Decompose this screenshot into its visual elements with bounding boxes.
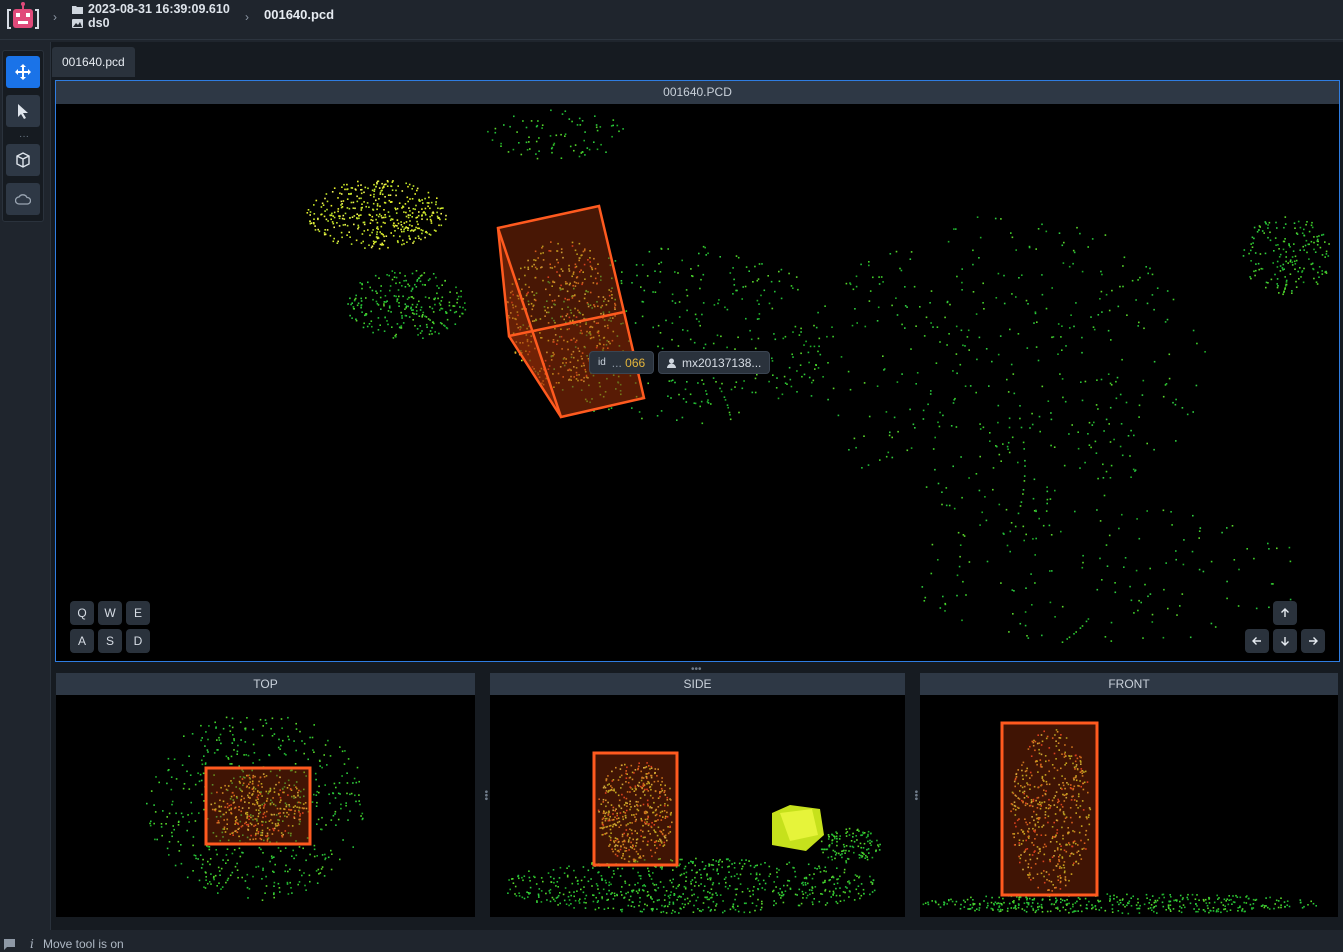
top-view-scene[interactable] xyxy=(56,695,475,917)
front-view-scene[interactable] xyxy=(920,695,1338,917)
cuboid-tool-button[interactable] xyxy=(6,144,40,176)
side-cuboid-box[interactable] xyxy=(592,751,679,867)
top-view-title: TOP xyxy=(56,673,475,695)
move-tool-button[interactable] xyxy=(6,56,40,88)
info-icon: i xyxy=(30,937,34,951)
id-ellipsis: ... xyxy=(611,355,622,370)
arrow-right-button[interactable] xyxy=(1301,629,1325,653)
key-w[interactable]: W xyxy=(98,601,122,625)
breadcrumb-date[interactable]: 2023-08-31 16:39:09.610 xyxy=(88,2,230,16)
front-view-panel[interactable]: FRONT xyxy=(920,673,1338,917)
user-icon xyxy=(667,358,676,368)
status-bar: i Move tool is on xyxy=(0,936,1343,952)
arrow-down-button[interactable] xyxy=(1273,629,1297,653)
arrow-down-icon xyxy=(1281,637,1289,646)
id-tag: id xyxy=(598,357,606,368)
select-tool-button[interactable] xyxy=(6,95,40,127)
pointcloud-tool-button[interactable] xyxy=(6,183,40,215)
chat-icon[interactable] xyxy=(4,939,15,950)
arrow-up-icon xyxy=(1281,608,1289,617)
folder-icon xyxy=(72,5,83,14)
robot-logo-icon[interactable] xyxy=(6,2,40,34)
arrow-left-button[interactable] xyxy=(1245,629,1269,653)
key-s[interactable]: S xyxy=(98,629,122,653)
cursor-icon xyxy=(18,104,28,119)
main-3d-viewport[interactable]: 001640.PCD id ... 066 mx20137138... Q W … xyxy=(55,80,1340,662)
key-d[interactable]: D xyxy=(126,629,150,653)
cube-icon xyxy=(16,152,30,168)
side-view-panel[interactable]: SIDE xyxy=(490,673,905,917)
user-name: mx20137138... xyxy=(682,355,762,370)
top-cuboid-box[interactable] xyxy=(204,766,312,846)
label-user-chip[interactable]: mx20137138... xyxy=(658,351,771,374)
side-view-scene[interactable] xyxy=(490,695,905,917)
side-view-title: SIDE xyxy=(490,673,905,695)
status-text: Move tool is on xyxy=(43,937,124,951)
image-icon xyxy=(72,18,83,28)
pointcloud-scene[interactable] xyxy=(56,104,1339,661)
breadcrumb-file: 001640.pcd xyxy=(264,7,335,22)
app-header: › 2023-08-31 16:39:09.610 ds0 › 001640.p… xyxy=(0,0,1343,40)
arrow-right-icon xyxy=(1309,637,1318,645)
viewport-title: 001640.PCD xyxy=(56,81,1339,104)
id-value: 066 xyxy=(625,355,646,370)
cuboid-annotation[interactable] xyxy=(496,204,646,419)
breadcrumb[interactable]: 2023-08-31 16:39:09.610 ds0 xyxy=(72,2,230,30)
top-view-panel[interactable]: TOP xyxy=(56,673,475,917)
key-q[interactable]: Q xyxy=(70,601,94,625)
tab-file[interactable]: 001640.pcd xyxy=(52,47,135,77)
arrow-up-button[interactable] xyxy=(1273,601,1297,625)
front-view-title: FRONT xyxy=(920,673,1338,695)
breadcrumb-dataset[interactable]: ds0 xyxy=(88,16,110,30)
front-cuboid-box[interactable] xyxy=(1000,721,1099,897)
cloud-icon xyxy=(15,194,31,205)
move-icon xyxy=(15,64,31,80)
toolbar-divider: ··· xyxy=(19,131,29,142)
tool-palette: ··· xyxy=(2,50,44,222)
breadcrumb-separator-icon: › xyxy=(53,10,57,24)
key-e[interactable]: E xyxy=(126,601,150,625)
key-a[interactable]: A xyxy=(70,629,94,653)
label-id-chip[interactable]: id ... 066 xyxy=(589,351,655,374)
breadcrumb-separator-icon: › xyxy=(245,10,249,24)
arrow-left-icon xyxy=(1252,637,1261,645)
